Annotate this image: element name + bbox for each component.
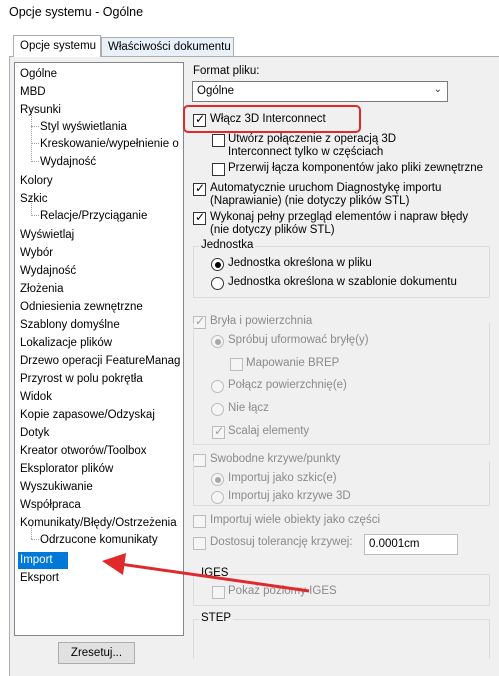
- full-check-checkbox[interactable]: [193, 210, 206, 225]
- tree-item-backup[interactable]: Kopie zapasowe/Odzyskaj: [20, 407, 155, 424]
- do-not-knit-label: Nie łącz: [228, 402, 269, 414]
- tree-connector: [31, 126, 39, 127]
- knit-surfaces-label: Połącz powierzchnię(e): [228, 379, 347, 391]
- tree-item-hole-wizard[interactable]: Kreator otworów/Toolbox: [20, 443, 147, 460]
- import-as-sketch-label: Importuj jako szkic(e): [228, 472, 337, 484]
- curve-tolerance-input[interactable]: 0.0001cm: [364, 534, 458, 555]
- tree-item-sketch[interactable]: Szkic: [20, 191, 47, 208]
- tree-item-relations[interactable]: Relacje/Przyciąganie: [40, 208, 147, 225]
- show-iges-levels-label: Pokaż poziomy IGES: [228, 585, 337, 597]
- title-bar: Opcje systemu - Ogólne: [0, 0, 499, 26]
- unit-from-template-label: Jednostka określona w szablonie dokument…: [228, 276, 457, 288]
- tree-item-dismissed-messages[interactable]: Odrzucone komunikaty: [40, 532, 158, 549]
- tree-item-assemblies[interactable]: Złożenia: [20, 281, 63, 298]
- create-link-label-2: Interconnect tylko w częściach: [228, 146, 384, 158]
- tree-item-messages[interactable]: Komunikaty/Błędy/Ostrzeżenia: [20, 515, 177, 532]
- curve-tolerance-label: Dostosuj tolerancję krzywej:: [210, 536, 353, 548]
- tab-document-properties[interactable]: Właściwości dokumentu: [101, 37, 234, 57]
- import-as-3d-curves-label: Importuj jako krzywe 3D: [228, 490, 351, 502]
- tree-item-display[interactable]: Wyświetlaj: [20, 227, 74, 244]
- tree-item-selection[interactable]: Wybór: [20, 245, 53, 262]
- unit-from-file-radio[interactable]: [211, 258, 224, 271]
- tree-item-default-templates[interactable]: Szablony domyślne: [20, 317, 120, 334]
- unit-from-template-radio[interactable]: [211, 277, 224, 290]
- auto-diagnostics-checkbox[interactable]: [193, 181, 206, 196]
- unit-group: [193, 246, 490, 298]
- try-form-solid-label: Spróbuj uformować bryłę(y): [228, 334, 369, 346]
- do-not-knit-radio[interactable]: [211, 403, 224, 416]
- multi-body-label: Importuj wiele obiekty jako części: [210, 514, 381, 526]
- full-check-label-2: (nie dotyczy plików STL): [210, 224, 335, 236]
- break-link-checkbox[interactable]: [212, 163, 225, 176]
- window-title: Opcje systemu - Ogólne: [9, 5, 144, 19]
- knit-surfaces-radio[interactable]: [211, 380, 224, 393]
- auto-diagnostics-label-2: (Naprawianie) (nie dotyczy plików STL): [210, 195, 410, 207]
- tree-item-display-style[interactable]: Styl wyświetlania: [40, 119, 127, 136]
- file-format-select[interactable]: Ogólne ⌄: [192, 81, 448, 102]
- tree-item-file-explorer[interactable]: Eksplorator plików: [20, 461, 113, 478]
- tree-item-mbd[interactable]: MBD: [20, 84, 46, 101]
- chevron-down-icon: ⌄: [433, 84, 442, 95]
- unit-from-file-label: Jednostka określona w pliku: [228, 257, 372, 269]
- tree-item-collaboration[interactable]: Współpraca: [20, 497, 81, 514]
- tree-item-touch[interactable]: Dotyk: [20, 425, 49, 442]
- auto-diagnostics-label-1: Automatycznie uruchom Diagnostykę import…: [210, 182, 442, 194]
- step-group: [193, 619, 490, 659]
- tree-item-performance[interactable]: Wydajność: [20, 263, 76, 280]
- break-link-label: Przerwij łącza komponentów jako pliki ze…: [228, 162, 484, 174]
- full-check-label-1: Wykonaj pełny przegląd elementów i napra…: [210, 211, 469, 223]
- file-format-label: Format pliku:: [193, 65, 260, 77]
- tree-item-view[interactable]: Widok: [20, 389, 52, 406]
- file-format-value: Ogólne: [197, 85, 235, 97]
- tree-item-search[interactable]: Wyszukiwanie: [20, 479, 93, 496]
- tree-connector: [31, 143, 39, 144]
- brep-mapping-checkbox[interactable]: [230, 358, 243, 371]
- step-group-title: STEP: [199, 612, 234, 624]
- try-form-solid-radio[interactable]: [211, 335, 224, 348]
- merge-entities-label: Scalaj elementy: [228, 425, 310, 437]
- curve-tolerance-checkbox[interactable]: [193, 537, 206, 550]
- options-tree[interactable]: Ogólne MBD Rysunki Styl wyświetlania Kre…: [14, 62, 184, 636]
- tree-item-drawings[interactable]: Rysunki: [20, 102, 61, 119]
- multi-body-checkbox[interactable]: [193, 515, 206, 528]
- tab-system-options[interactable]: Opcje systemu: [13, 35, 101, 57]
- import-as-sketch-radio[interactable]: [211, 473, 224, 486]
- tree-item-featuremanager[interactable]: Drzewo operacji FeatureManag: [20, 353, 180, 370]
- tree-connector: [31, 539, 39, 540]
- tree-connector: [31, 215, 39, 216]
- tree-item-colors[interactable]: Kolory: [20, 173, 53, 190]
- tree-item-import[interactable]: Import: [18, 552, 68, 569]
- tree-connector: [31, 161, 39, 162]
- import-as-3d-curves-radio[interactable]: [211, 491, 224, 504]
- merge-entities-checkbox[interactable]: [212, 424, 225, 439]
- tree-item-export[interactable]: Eksport: [20, 570, 59, 587]
- show-iges-levels-checkbox[interactable]: [212, 586, 225, 599]
- reset-button[interactable]: Zresetuj...: [58, 642, 135, 664]
- tree-item-hatch[interactable]: Kreskowanie/wypełnienie o: [40, 136, 179, 153]
- create-link-label-1: Utwórz połączenie z operacją 3D: [228, 133, 397, 145]
- unit-group-title: Jednostka: [199, 239, 256, 251]
- iges-group-title: IGES: [199, 567, 231, 579]
- tree-item-file-locations[interactable]: Lokalizacje plików: [20, 335, 112, 352]
- highlight-box: [183, 105, 361, 133]
- tree-item-drawing-performance[interactable]: Wydajność: [40, 154, 96, 171]
- tree-item-external-references[interactable]: Odniesienia zewnętrzne: [20, 299, 143, 316]
- brep-mapping-label: Mapowanie BREP: [246, 357, 340, 369]
- tree-item-general[interactable]: Ogólne: [20, 66, 57, 83]
- tree-item-spin-box[interactable]: Przyrost w polu pokrętła: [20, 371, 143, 388]
- create-link-checkbox[interactable]: [212, 134, 225, 147]
